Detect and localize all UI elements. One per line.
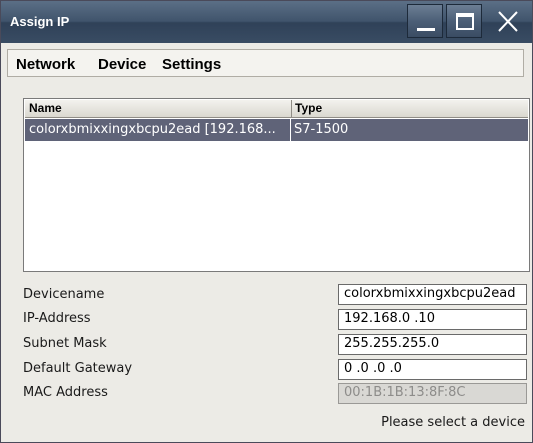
ip-address-field[interactable]: 192.168.0 .10	[338, 309, 527, 330]
column-header-name[interactable]: Name	[29, 101, 291, 116]
default-gateway-label: Default Gateway	[23, 361, 133, 376]
status-message: Please select a device	[381, 415, 525, 430]
device-row-selected[interactable]: colorxbmixxingxbcpu2ead [192.168... S7-1…	[25, 119, 528, 141]
menu-network[interactable]: Network	[16, 56, 75, 73]
subnet-mask-field[interactable]: 255.255.255.0	[338, 334, 527, 355]
column-header-type[interactable]: Type	[295, 101, 525, 116]
maximize-button[interactable]	[446, 4, 482, 38]
title-bar[interactable]: Assign IP	[1, 1, 532, 43]
close-button[interactable]	[485, 4, 529, 38]
minimize-icon	[417, 28, 435, 31]
maximize-icon	[456, 13, 474, 30]
column-divider[interactable]	[291, 100, 292, 117]
menu-device[interactable]: Device	[98, 56, 146, 73]
menu-settings[interactable]: Settings	[162, 56, 221, 73]
device-name-cell: colorxbmixxingxbcpu2ead [192.168...	[29, 122, 276, 137]
device-list[interactable]: Name Type colorxbmixxingxbcpu2ead [192.1…	[23, 98, 530, 272]
mac-address-label: MAC Address	[23, 385, 108, 400]
row-divider	[290, 119, 291, 141]
device-type-cell: S7-1500	[294, 122, 349, 137]
assign-ip-window: Assign IP Network Device Settings Name T…	[0, 0, 533, 443]
menu-bar: Network Device Settings	[7, 49, 524, 77]
minimize-button[interactable]	[407, 4, 443, 38]
default-gateway-field[interactable]: 0 .0 .0 .0	[338, 359, 527, 380]
ip-address-label: IP-Address	[23, 311, 91, 326]
list-header: Name Type	[25, 100, 528, 118]
devicename-field[interactable]: colorxbmixxingxbcpu2ead	[338, 284, 527, 305]
window-title: Assign IP	[10, 14, 70, 29]
close-icon	[498, 11, 518, 32]
devicename-label: Devicename	[23, 287, 105, 302]
mac-address-field: 00:1B:1B:13:8F:8C	[338, 383, 527, 404]
subnet-mask-label: Subnet Mask	[23, 336, 107, 351]
